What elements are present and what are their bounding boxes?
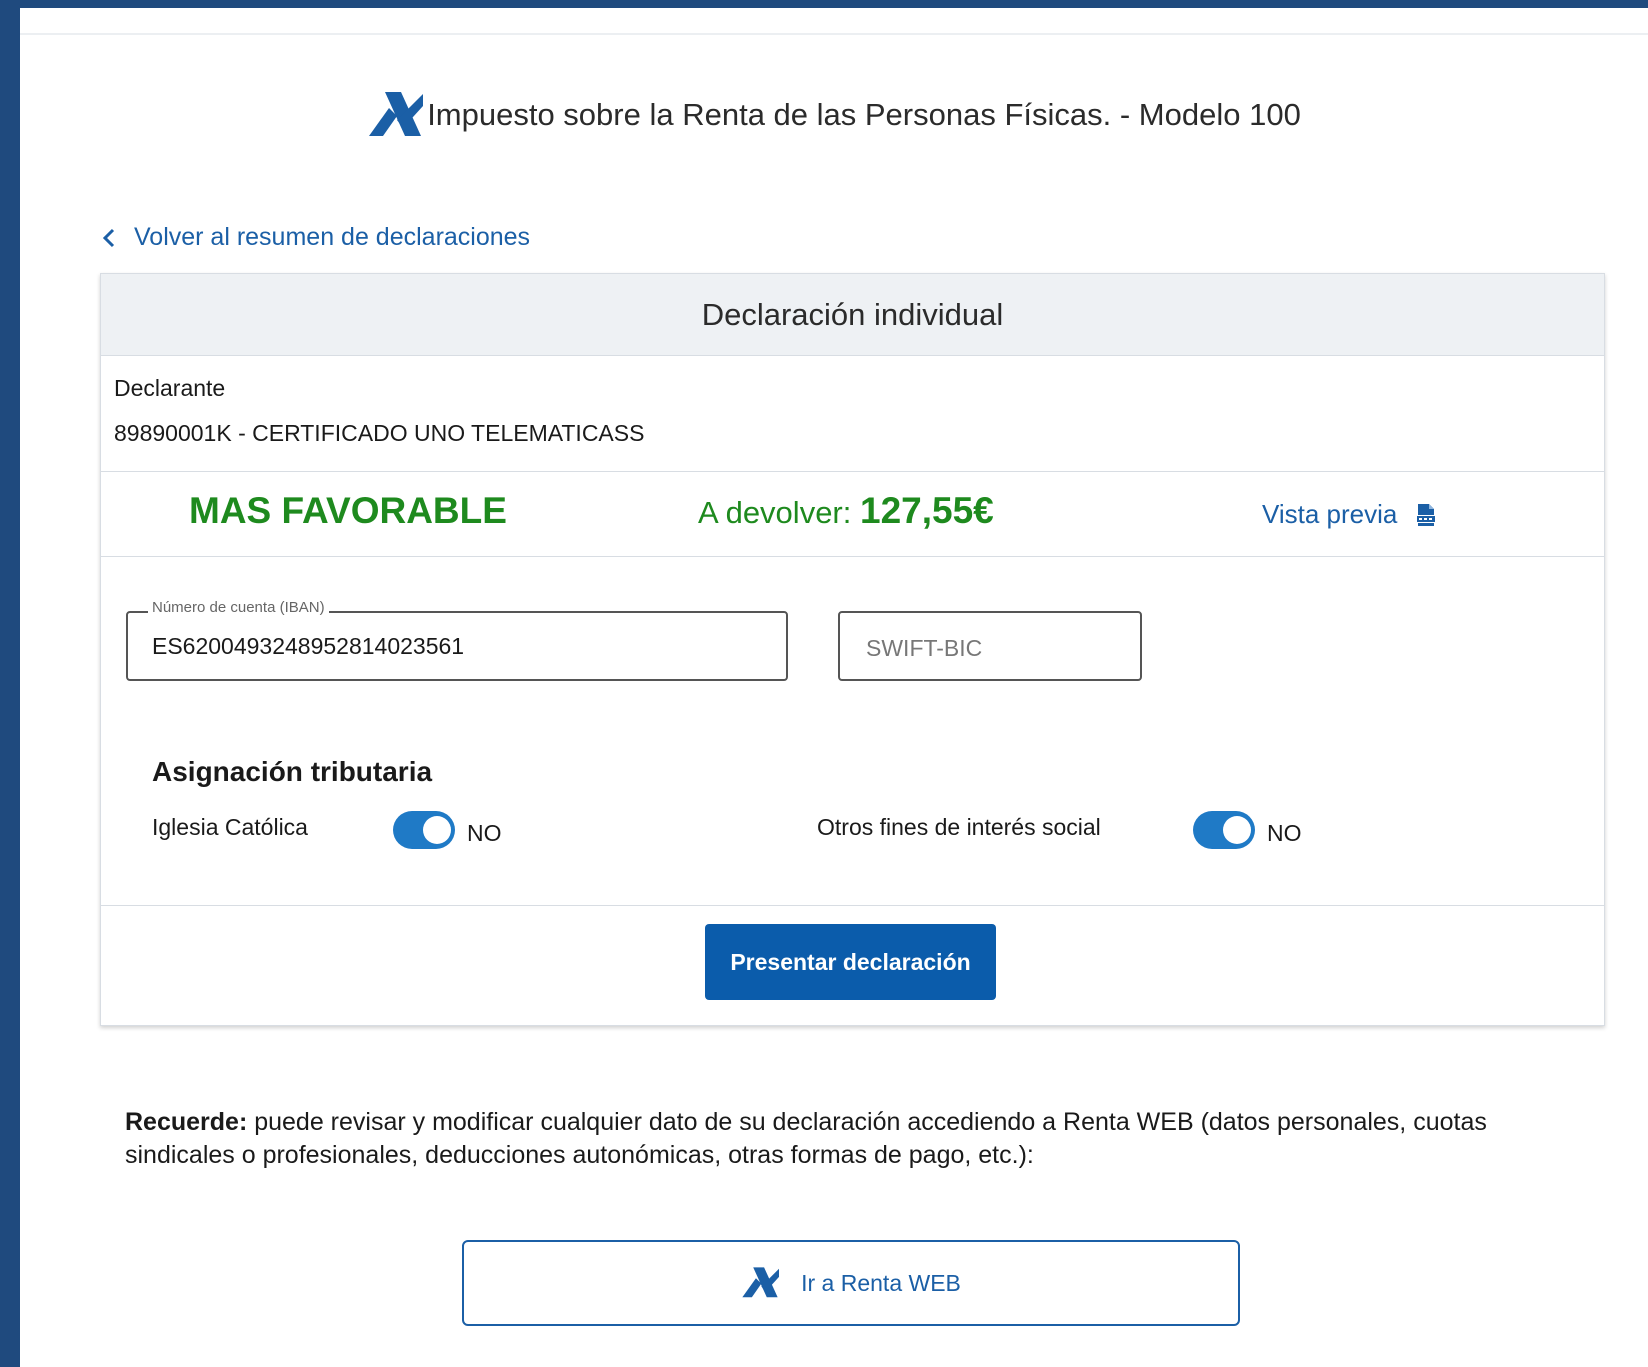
result-section: MAS FAVORABLE A devolver: 127,55€ Vista … xyxy=(101,472,1604,557)
social-toggle-state: NO xyxy=(1267,820,1302,846)
card-title: Declaración individual xyxy=(101,274,1604,356)
iban-input[interactable] xyxy=(150,629,754,663)
submit-declaration-button[interactable]: Presentar declaración xyxy=(705,924,996,1000)
aeat-logo-icon xyxy=(742,1267,780,1298)
declarant-section: Declarante 89890001K - CERTIFICADO UNO T… xyxy=(101,356,1604,472)
reminder-text: Recuerde: puede revisar y modificar cual… xyxy=(125,1106,1525,1172)
social-label: Otros fines de interés social xyxy=(817,814,1101,840)
preview-link[interactable]: Vista previa xyxy=(1262,499,1437,530)
swift-field xyxy=(838,611,1142,681)
toggle-knob xyxy=(1223,816,1251,844)
refund-summary: A devolver: 127,55€ xyxy=(698,490,994,532)
iban-field: Número de cuenta (IBAN) xyxy=(126,599,788,681)
page-header: Impuesto sobre la Renta de las Personas … xyxy=(20,90,1648,140)
aeat-logo-icon xyxy=(369,92,424,136)
page-title: Impuesto sobre la Renta de las Personas … xyxy=(427,97,1301,132)
assignment-title: Asignación tributaria xyxy=(152,756,433,787)
church-toggle-state: NO xyxy=(467,820,502,846)
social-toggle[interactable] xyxy=(1193,811,1255,849)
page: Impuesto sobre la Renta de las Personas … xyxy=(20,8,1648,1367)
chevron-left-icon xyxy=(102,228,115,247)
church-toggle[interactable] xyxy=(393,811,455,849)
pdf-icon xyxy=(1416,503,1437,526)
renta-web-label: Ir a Renta WEB xyxy=(801,1269,961,1296)
church-label: Iglesia Católica xyxy=(152,814,308,840)
reminder-body: puede revisar y modificar cualquier dato… xyxy=(125,1108,1487,1169)
declarant-label: Declarante xyxy=(114,375,226,401)
toggle-knob xyxy=(423,816,451,844)
refund-label: A devolver: xyxy=(698,495,852,530)
preview-label: Vista previa xyxy=(1262,499,1398,529)
declarant-value: 89890001K - CERTIFICADO UNO TELEMATICASS xyxy=(114,420,645,446)
status-badge: MAS FAVORABLE xyxy=(189,490,507,531)
back-link-label: Volver al resumen de declaraciones xyxy=(134,223,531,251)
iban-legend: Número de cuenta (IBAN) xyxy=(148,599,329,616)
renta-web-button[interactable]: Ir a Renta WEB xyxy=(462,1240,1240,1326)
reminder-bold: Recuerde: xyxy=(125,1108,248,1136)
swift-input[interactable] xyxy=(864,631,1118,665)
back-link[interactable]: Volver al resumen de declaraciones xyxy=(100,223,530,252)
top-divider xyxy=(20,33,1648,35)
refund-amount: 127,55€ xyxy=(860,490,994,531)
submit-section: Presentar declaración xyxy=(101,905,1604,1026)
declaration-card: Declaración individual Declarante 898900… xyxy=(100,273,1605,1026)
